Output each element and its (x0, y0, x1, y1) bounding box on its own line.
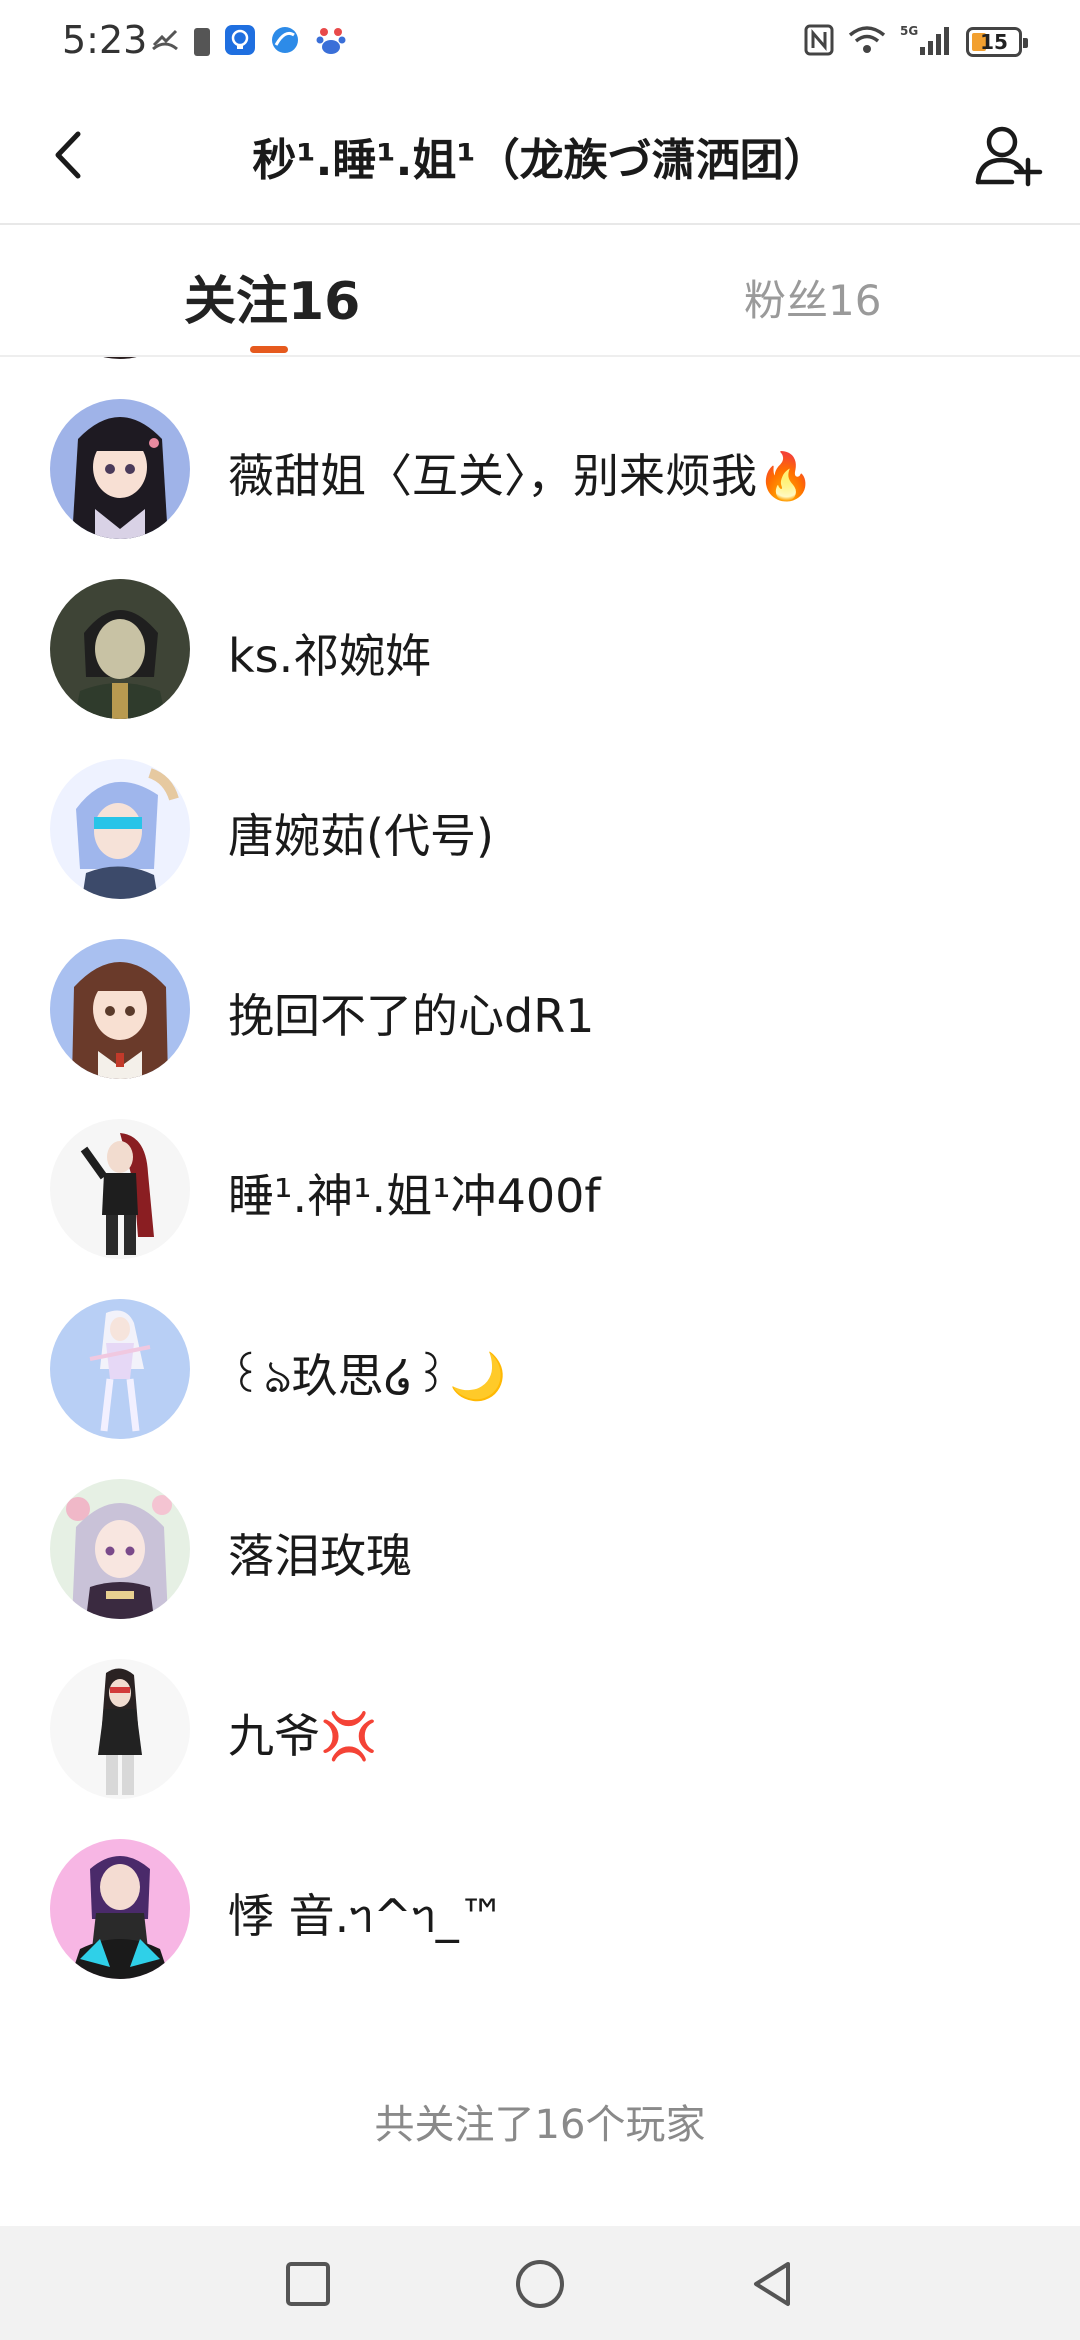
status-bar: 5:23 5G 15 (0, 0, 1080, 84)
list-item[interactable]: ks.祁婉姩 (0, 540, 1080, 720)
sim-icon (194, 28, 210, 56)
notification-icons (150, 22, 348, 62)
avatar[interactable] (50, 1299, 190, 1439)
triangle-back-icon (754, 2262, 790, 2306)
system-navigation-bar (0, 2226, 1080, 2340)
home-button[interactable] (510, 2254, 570, 2314)
avatar[interactable] (50, 1479, 190, 1619)
list-item[interactable]: 悸 音.ᥐ^ᥐ_™ (0, 1800, 1080, 1980)
avatar[interactable] (50, 357, 190, 359)
avatar[interactable] (50, 939, 190, 1079)
tab-bar: 关注16 粉丝16 (0, 225, 1080, 357)
list-item[interactable]: 唐婉茹(代号) (0, 720, 1080, 900)
back-button[interactable] (38, 120, 108, 190)
chevron-left-icon (55, 131, 81, 179)
back-nav-button[interactable] (742, 2254, 802, 2314)
recent-apps-button[interactable] (278, 2254, 338, 2314)
battery-icon: 15 (966, 27, 1028, 57)
list-item[interactable]: 挽回不了的心dR1 (0, 900, 1080, 1080)
tab-following[interactable]: 关注16 (184, 259, 360, 334)
circle-icon (516, 2260, 564, 2308)
signal-5g-icon: 5G (900, 23, 952, 61)
svg-text:5G: 5G (900, 24, 918, 38)
avatar[interactable] (50, 1839, 190, 1979)
user-name: 九爷💢 (228, 1709, 378, 1763)
missed-call-icon (150, 25, 180, 59)
wifi-icon (848, 24, 886, 60)
nfc-icon (804, 24, 834, 60)
user-name: 挽回不了的心dR1 (228, 989, 595, 1043)
avatar[interactable] (50, 399, 190, 539)
avatar[interactable] (50, 579, 190, 719)
baidu-icon (314, 23, 348, 61)
avatar[interactable] (50, 759, 190, 899)
list-item[interactable]: ꒰ঌ玖思໒꒱🌙 (0, 1260, 1080, 1440)
battery-level: 15 (980, 30, 1008, 54)
user-name: 唐婉茹(代号) (228, 809, 494, 863)
system-icons: 5G 15 (804, 20, 1028, 64)
add-friend-button[interactable] (972, 118, 1048, 194)
browser-icon (270, 25, 300, 59)
list-item[interactable]: 睡¹.神¹.姐¹冲400f (0, 1080, 1080, 1260)
add-user-icon (975, 126, 1043, 187)
avatar[interactable] (50, 1659, 190, 1799)
tab-followers[interactable]: 粉丝16 (744, 267, 881, 328)
list-item[interactable]: 落泪玫瑰 (0, 1440, 1080, 1620)
following-list[interactable]: 薇甜姐〈互关〉，别来烦我🔥 ks.祁婉姩 唐婉茹(代号) 挽回不了的心dR1 睡… (0, 357, 1080, 2227)
list-item[interactable]: 九爷💢 (0, 1620, 1080, 1800)
app-notification-icon (224, 24, 256, 60)
active-tab-indicator (250, 346, 288, 353)
user-name: ks.祁婉姩 (228, 629, 432, 683)
user-name: 睡¹.神¹.姐¹冲400f (228, 1169, 601, 1223)
avatar[interactable] (50, 1119, 190, 1259)
user-name: 悸 音.ᥐ^ᥐ_™ (228, 1889, 505, 1943)
header: 秒¹.睡¹.姐¹（龙族づ潇洒团） (0, 84, 1080, 224)
list-item[interactable]: 薇甜姐〈互关〉，别来烦我🔥 (0, 360, 1080, 540)
user-name: 薇甜姐〈互关〉，别来烦我🔥 (228, 449, 815, 503)
user-name: 落泪玫瑰 (228, 1529, 412, 1583)
user-name: ꒰ঌ玖思໒꒱🌙 (228, 1349, 507, 1403)
status-time: 5:23 (62, 18, 148, 62)
square-icon (286, 2262, 330, 2306)
page-title: 秒¹.睡¹.姐¹（龙族づ潇洒团） (252, 135, 828, 186)
following-count-summary: 共关注了16个玩家 (374, 2102, 706, 2148)
